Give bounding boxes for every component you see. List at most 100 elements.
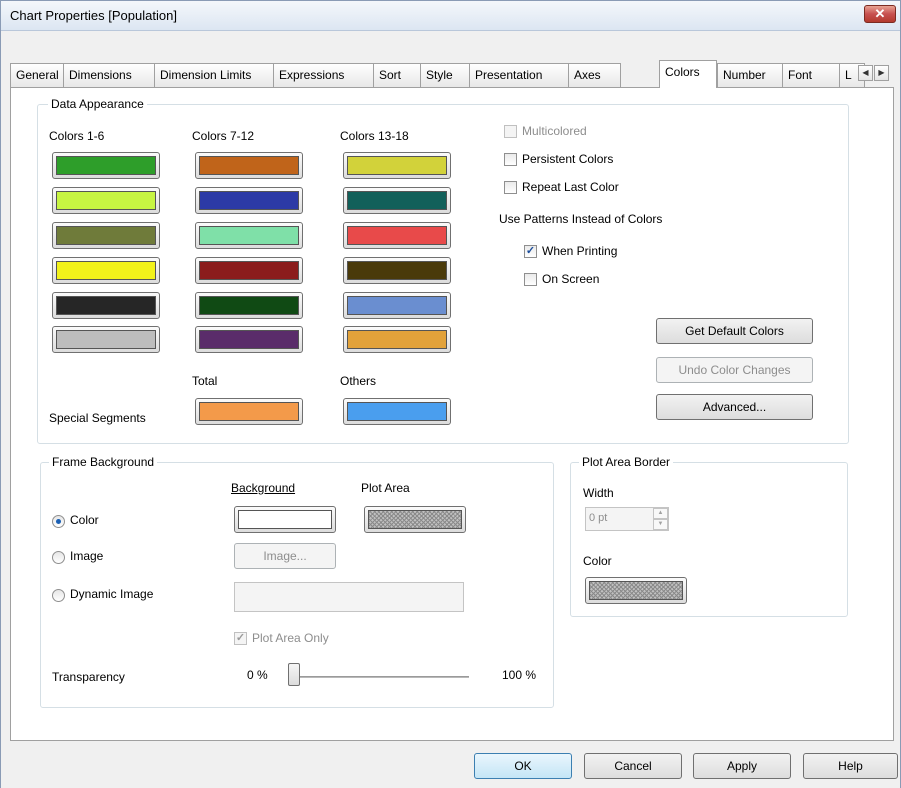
dialog-title: Chart Properties [Population] xyxy=(10,8,177,23)
get-default-colors-button[interactable]: Get Default Colors xyxy=(656,318,813,344)
transparency-min-label: 0 % xyxy=(247,668,268,682)
tab-dimensions[interactable]: Dimensions xyxy=(63,63,155,87)
multicolored-checkbox[interactable] xyxy=(504,125,517,138)
color-swatch-15[interactable] xyxy=(343,222,451,249)
transparency-slider-track[interactable] xyxy=(289,676,469,678)
tab-axes[interactable]: Axes xyxy=(568,63,621,87)
on-screen-checkbox[interactable] xyxy=(524,273,537,286)
tab-colors[interactable]: Colors xyxy=(659,60,717,88)
colors-tab-panel: Data Appearance Colors 1-6 Colors 7-12 C… xyxy=(10,87,894,741)
tab-presentation[interactable]: Presentation xyxy=(469,63,569,87)
data-appearance-group: Data Appearance Colors 1-6 Colors 7-12 C… xyxy=(37,97,849,444)
tab-style[interactable]: Style xyxy=(420,63,470,87)
colors-7-12-header: Colors 7-12 xyxy=(192,129,255,143)
close-button[interactable]: ✕ xyxy=(864,5,896,23)
color-swatch-fill xyxy=(199,226,299,245)
transparency-label: Transparency xyxy=(52,670,125,684)
plot-area-header: Plot Area xyxy=(361,481,410,495)
others-color-swatch[interactable] xyxy=(343,398,451,425)
plot-area-pattern-fill xyxy=(368,510,462,529)
plot-area-only-checkbox[interactable]: ✓ xyxy=(234,632,247,645)
color-swatch-1[interactable] xyxy=(52,152,160,179)
color-swatch-11[interactable] xyxy=(195,292,303,319)
color-swatch-8[interactable] xyxy=(195,187,303,214)
repeat-last-color-checkbox[interactable] xyxy=(504,181,517,194)
when-printing-checkbox[interactable]: ✓ xyxy=(524,245,537,258)
color-swatch-fill xyxy=(199,156,299,175)
special-segments-label: Special Segments xyxy=(49,411,146,425)
color-swatch-2[interactable] xyxy=(52,187,160,214)
tab-dimension-limits[interactable]: Dimension Limits xyxy=(154,63,274,87)
color-swatch-fill xyxy=(347,261,447,280)
color-swatch-fill xyxy=(56,330,156,349)
background-color-swatch[interactable] xyxy=(234,506,336,533)
color-swatch-6[interactable] xyxy=(52,326,160,353)
tab-expressions[interactable]: Expressions xyxy=(273,63,374,87)
border-color-label: Color xyxy=(583,554,612,568)
plot-area-color-swatch[interactable] xyxy=(364,506,466,533)
others-label: Others xyxy=(340,374,377,388)
border-color-pattern-fill xyxy=(589,581,683,600)
ok-button[interactable]: OK xyxy=(474,753,572,779)
colors-13-18-header: Colors 13-18 xyxy=(340,129,409,143)
persistent-colors-label: Persistent Colors xyxy=(522,152,614,166)
color-swatch-fill xyxy=(347,156,447,175)
border-color-swatch[interactable] xyxy=(585,577,687,604)
width-spin-down-icon[interactable]: ▼ xyxy=(653,519,668,530)
dialog-button-bar: OK Cancel Apply Help xyxy=(1,742,900,788)
color-swatch-12[interactable] xyxy=(195,326,303,353)
tab-scroll-left-icon[interactable]: ◀ xyxy=(858,65,873,81)
color-swatch-10[interactable] xyxy=(195,257,303,284)
transparency-slider-thumb[interactable] xyxy=(288,663,300,686)
help-button[interactable]: Help xyxy=(803,753,898,779)
color-swatch-fill xyxy=(199,191,299,210)
color-radio[interactable] xyxy=(52,515,65,528)
cancel-button[interactable]: Cancel xyxy=(584,753,682,779)
repeat-last-color-label: Repeat Last Color xyxy=(522,180,619,194)
image-radio-label: Image xyxy=(70,549,104,563)
tab-scroll-right-icon[interactable]: ▶ xyxy=(874,65,889,81)
use-patterns-label: Use Patterns Instead of Colors xyxy=(499,212,663,226)
color-swatch-3[interactable] xyxy=(52,222,160,249)
color-swatch-fill xyxy=(56,226,156,245)
close-icon: ✕ xyxy=(874,6,886,21)
width-spin-up-icon[interactable]: ▲ xyxy=(653,508,668,519)
persistent-colors-checkbox[interactable] xyxy=(504,153,517,166)
checkmark-icon: ✓ xyxy=(525,245,536,257)
color-swatch-fill xyxy=(199,296,299,315)
color-swatch-4[interactable] xyxy=(52,257,160,284)
title-bar: Chart Properties [Population] ✕ xyxy=(1,1,900,31)
others-color-fill xyxy=(347,402,447,421)
image-radio[interactable] xyxy=(52,551,65,564)
color-swatch-16[interactable] xyxy=(343,257,451,284)
tab-font[interactable]: Font xyxy=(782,63,840,87)
background-color-fill xyxy=(238,510,332,529)
width-label: Width xyxy=(583,486,614,500)
advanced-button[interactable]: Advanced... xyxy=(656,394,813,420)
tab-sort[interactable]: Sort xyxy=(373,63,421,87)
color-swatch-18[interactable] xyxy=(343,326,451,353)
color-swatch-9[interactable] xyxy=(195,222,303,249)
dynamic-image-radio[interactable] xyxy=(52,589,65,602)
dynamic-image-input[interactable] xyxy=(234,582,464,612)
tab-general[interactable]: General xyxy=(10,63,64,87)
total-color-swatch[interactable] xyxy=(195,398,303,425)
color-swatch-fill xyxy=(347,226,447,245)
color-swatch-fill xyxy=(199,330,299,349)
color-swatch-13[interactable] xyxy=(343,152,451,179)
color-swatch-14[interactable] xyxy=(343,187,451,214)
image-button[interactable]: Image... xyxy=(234,543,336,569)
color-swatch-7[interactable] xyxy=(195,152,303,179)
apply-button[interactable]: Apply xyxy=(693,753,791,779)
color-swatch-fill xyxy=(347,330,447,349)
undo-color-changes-button[interactable]: Undo Color Changes xyxy=(656,357,813,383)
color-swatch-17[interactable] xyxy=(343,292,451,319)
when-printing-label: When Printing xyxy=(542,244,618,258)
color-swatch-fill xyxy=(56,261,156,280)
frame-background-group: Frame Background Background Plot Area Co… xyxy=(40,455,554,708)
color-swatch-5[interactable] xyxy=(52,292,160,319)
dynamic-image-radio-label: Dynamic Image xyxy=(70,587,154,601)
total-color-fill xyxy=(199,402,299,421)
tab-number[interactable]: Number xyxy=(717,63,783,87)
total-label: Total xyxy=(192,374,218,388)
